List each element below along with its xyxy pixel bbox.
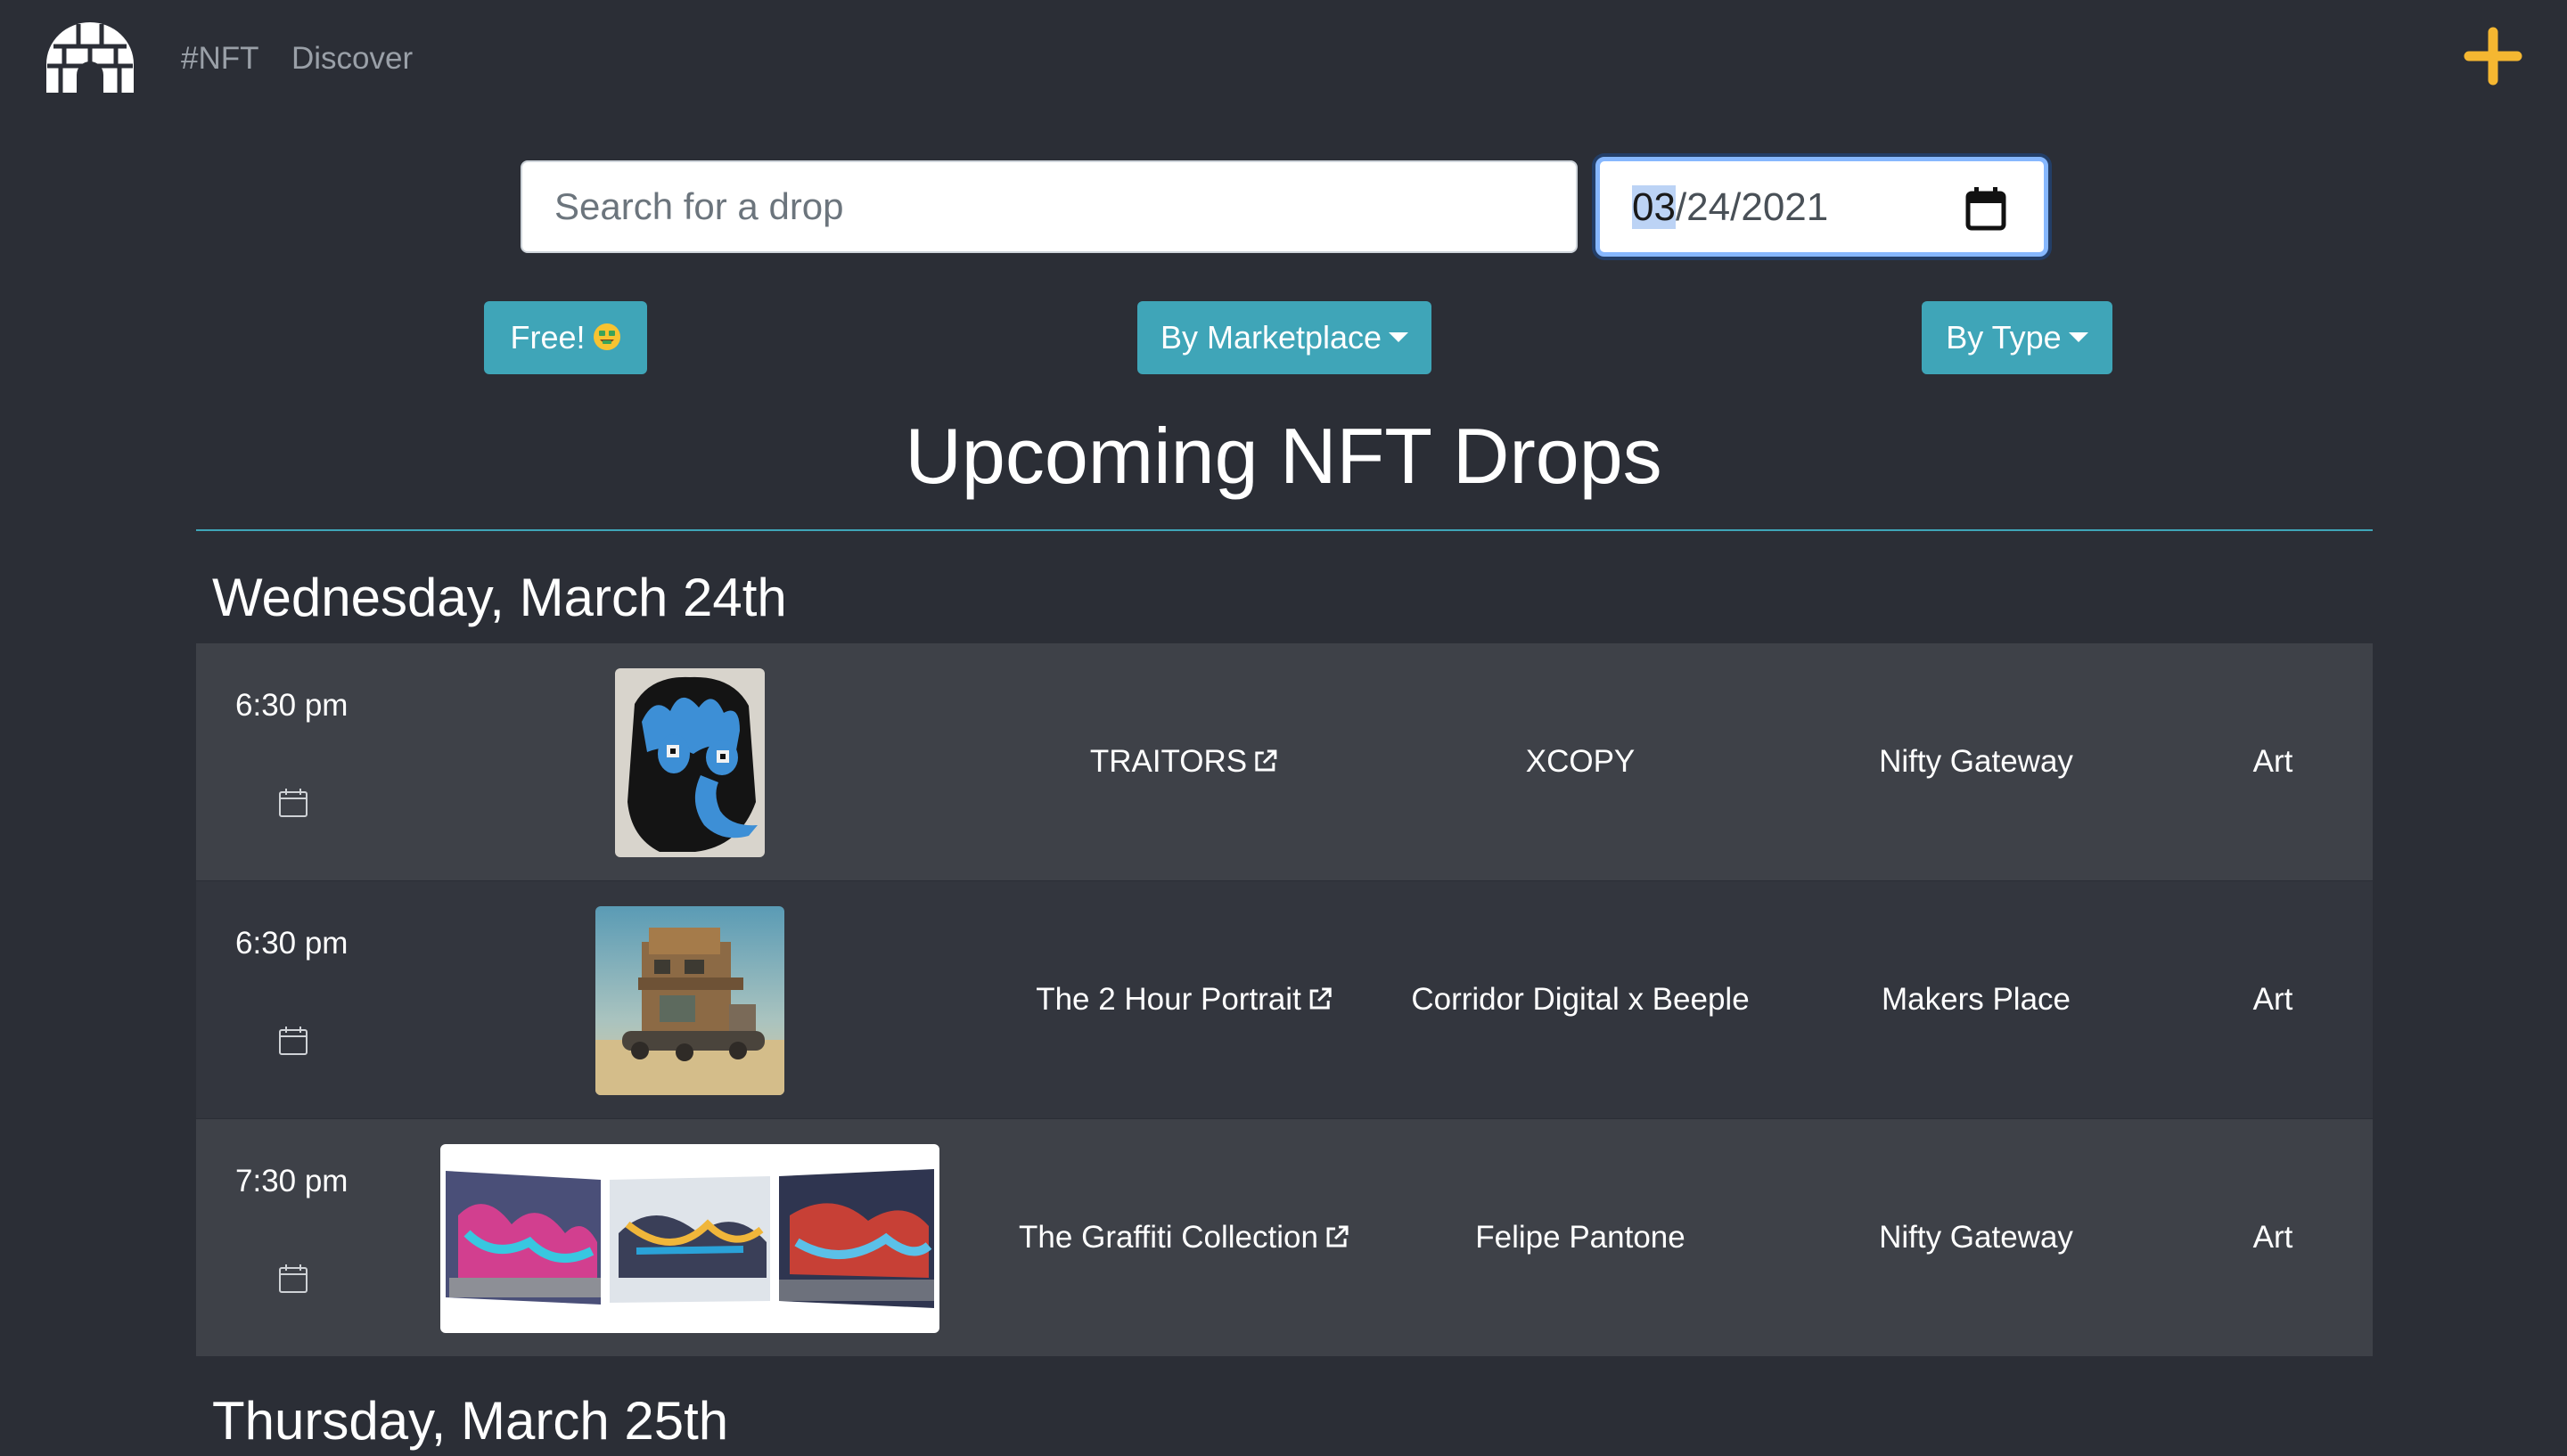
add-to-calendar-icon[interactable] xyxy=(278,1264,308,1294)
drop-artist: XCOPY xyxy=(1525,744,1636,779)
drop-marketplace: Nifty Gateway xyxy=(1879,744,2073,779)
drop-type: Art xyxy=(2252,1220,2293,1255)
caret-down-icon xyxy=(2068,331,2088,342)
add-to-calendar-icon[interactable] xyxy=(278,788,308,818)
table-row[interactable]: 6:30 pm The 2 Hour Portrait Corridor Dig… xyxy=(196,881,2373,1119)
date-input[interactable]: 03/24/2021 xyxy=(1595,157,2048,257)
date-value[interactable]: 03/24/2021 xyxy=(1632,184,1828,231)
type-filter-label: By Type xyxy=(1946,319,2062,356)
drop-title[interactable]: The 2 Hour Portrait xyxy=(1036,982,1301,1017)
marketplace-filter-label: By Marketplace xyxy=(1160,319,1382,356)
drop-time: 6:30 pm xyxy=(235,688,349,723)
search-input[interactable] xyxy=(521,160,1578,253)
drop-marketplace: Makers Place xyxy=(1881,982,2071,1017)
drop-artist: Felipe Pantone xyxy=(1475,1220,1685,1255)
drop-thumbnail[interactable] xyxy=(440,1144,939,1333)
drop-artist: Corridor Digital x Beeple xyxy=(1411,982,1750,1017)
marketplace-filter-button[interactable]: By Marketplace xyxy=(1137,301,1431,374)
drop-type: Art xyxy=(2252,982,2293,1017)
drop-time: 7:30 pm xyxy=(235,1164,349,1198)
drop-title-link[interactable]: The 2 Hour Portrait xyxy=(1036,881,1333,1118)
igloo-logo-icon[interactable] xyxy=(43,20,137,94)
date-rest-segment[interactable]: /24/2021 xyxy=(1676,185,1828,229)
nav-link-discover[interactable]: Discover xyxy=(291,41,413,77)
plus-icon[interactable] xyxy=(2464,27,2522,86)
external-link-icon[interactable] xyxy=(1307,986,1333,1012)
calendar-picker-icon[interactable] xyxy=(1965,186,2006,231)
table-row[interactable]: 6:30 pm TRAITORS XCOPY Nifty Gateway Art xyxy=(196,643,2373,881)
day-heading: Thursday, March 25th xyxy=(212,1391,729,1451)
drop-time: 6:30 pm xyxy=(235,926,349,961)
title-divider xyxy=(196,529,2373,531)
free-filter-button[interactable]: Free! xyxy=(484,301,647,374)
caret-down-icon xyxy=(1389,331,1409,342)
page-title: Upcoming NFT Drops xyxy=(905,412,1662,500)
drop-type: Art xyxy=(2252,744,2293,779)
add-to-calendar-icon[interactable] xyxy=(278,1026,308,1056)
free-filter-label: Free! xyxy=(510,319,586,356)
day-heading: Wednesday, March 24th xyxy=(212,568,787,627)
drop-marketplace: Nifty Gateway xyxy=(1879,1220,2073,1255)
money-mouth-face-icon xyxy=(593,323,620,351)
drop-thumbnail[interactable] xyxy=(615,668,765,857)
drop-title[interactable]: The Graffiti Collection xyxy=(1019,1220,1318,1255)
drop-title-link[interactable]: TRAITORS xyxy=(1090,643,1279,880)
external-link-icon[interactable] xyxy=(1252,748,1279,774)
nav-link-nft[interactable]: #NFT xyxy=(181,41,259,77)
table-row[interactable]: 7:30 pm The Graffiti Collection Felipe P… xyxy=(196,1119,2373,1357)
external-link-icon[interactable] xyxy=(1324,1223,1350,1250)
drop-thumbnail[interactable] xyxy=(595,906,784,1095)
drop-title-link[interactable]: The Graffiti Collection xyxy=(1019,1119,1350,1356)
type-filter-button[interactable]: By Type xyxy=(1922,301,2112,374)
drop-title[interactable]: TRAITORS xyxy=(1090,744,1247,779)
page: #NFT Discover 03/24/2021 Free! By Market… xyxy=(0,0,2567,1456)
drops-table: 6:30 pm TRAITORS XCOPY Nifty Gateway Art… xyxy=(196,643,2373,1357)
date-month-segment[interactable]: 03 xyxy=(1632,185,1676,229)
